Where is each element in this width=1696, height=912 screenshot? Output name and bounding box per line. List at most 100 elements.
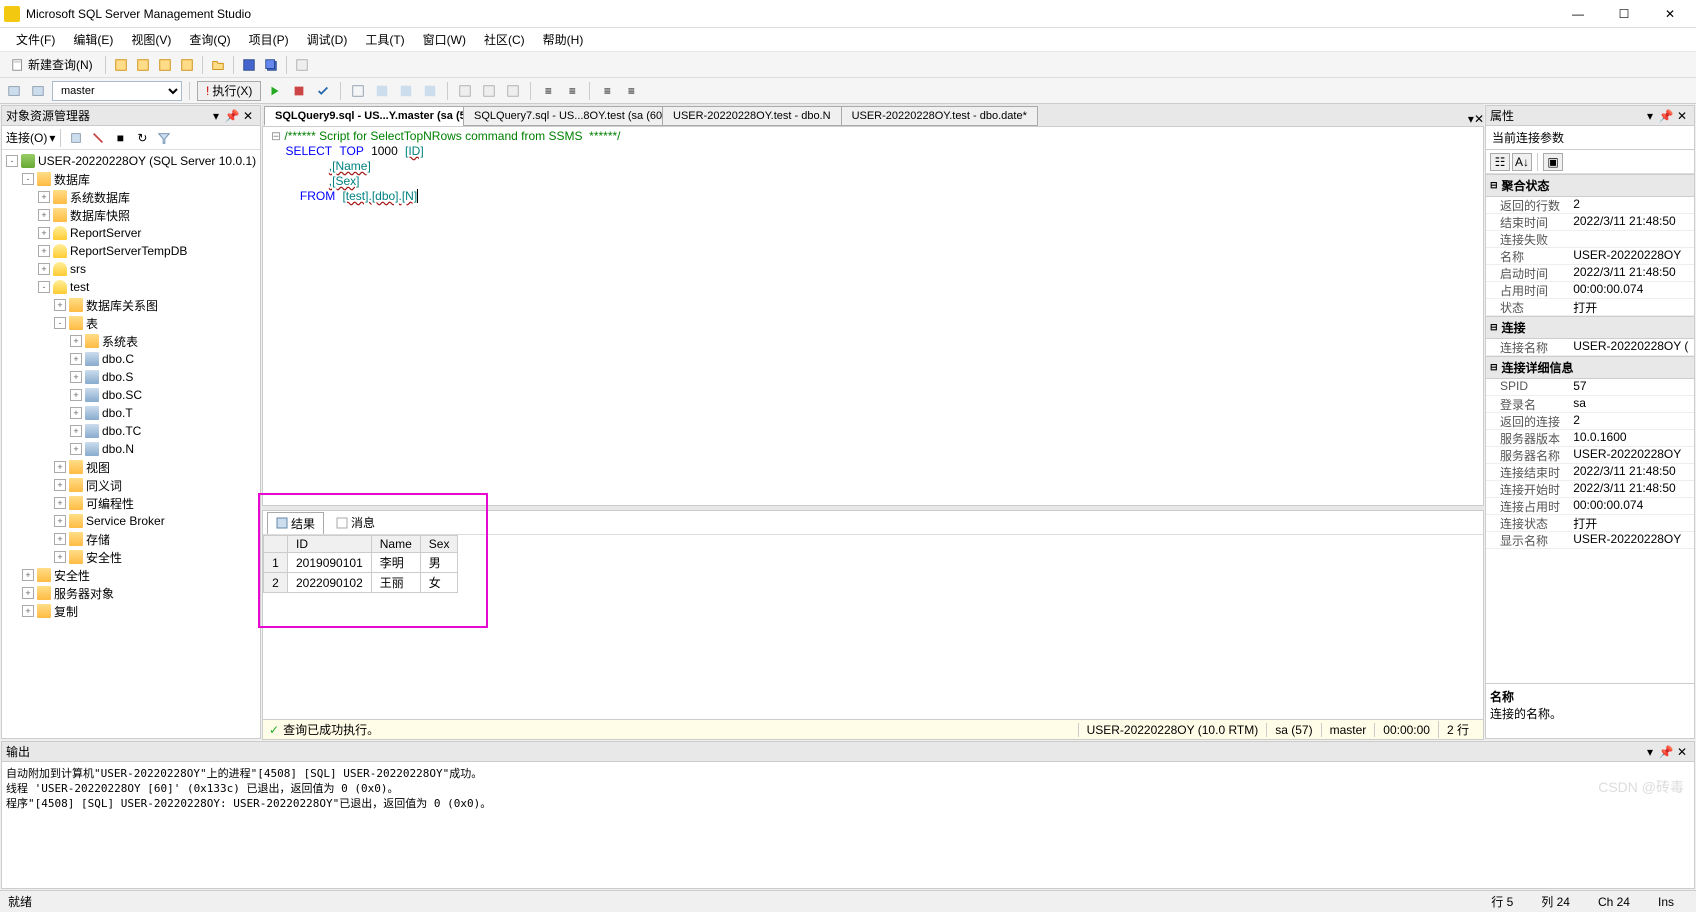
toolbar-icon[interactable]: [455, 81, 475, 101]
property-row[interactable]: 服务器版本10.0.1600: [1486, 430, 1694, 447]
property-row[interactable]: 连接名称USER-20220228OY (: [1486, 339, 1694, 356]
toolbar-icon[interactable]: [4, 81, 24, 101]
menu-item[interactable]: 调试(D): [299, 29, 356, 50]
menu-item[interactable]: 社区(C): [476, 29, 533, 50]
alphabetical-icon[interactable]: A↓: [1512, 153, 1532, 171]
tree-node[interactable]: +视图: [2, 458, 260, 476]
menu-item[interactable]: 视图(V): [123, 29, 179, 50]
output-body[interactable]: 自动附加到计算机"USER-20220228OY"上的进程"[4508] [SQ…: [2, 762, 1694, 888]
menu-item[interactable]: 帮助(H): [535, 29, 592, 50]
toolbar-icon[interactable]: [348, 81, 368, 101]
dropdown-icon[interactable]: ▾: [1642, 108, 1658, 124]
stop-icon[interactable]: ■: [110, 128, 130, 148]
close-icon[interactable]: ✕: [1474, 112, 1484, 126]
close-icon[interactable]: ✕: [1674, 744, 1690, 760]
menu-item[interactable]: 窗口(W): [415, 29, 474, 50]
sql-editor[interactable]: ⊟ /****** Script for SelectTopNRows comm…: [262, 126, 1484, 506]
tree-node[interactable]: +dbo.SC: [2, 386, 260, 404]
property-row[interactable]: 名称USER-20220228OY: [1486, 248, 1694, 265]
save-all-icon[interactable]: [261, 55, 281, 75]
tree-node[interactable]: +ReportServerTempDB: [2, 242, 260, 260]
property-row[interactable]: 连接开始时间2022/3/11 21:48:50: [1486, 481, 1694, 498]
property-row[interactable]: 显示名称USER-20220228OY: [1486, 532, 1694, 549]
property-row[interactable]: 占用时间00:00:00.074: [1486, 282, 1694, 299]
toolbar-icon[interactable]: [28, 81, 48, 101]
tree-node[interactable]: -test: [2, 278, 260, 296]
tree-node[interactable]: +数据库关系图: [2, 296, 260, 314]
tree-node[interactable]: +服务器对象: [2, 584, 260, 602]
property-category[interactable]: ⊟ 连接: [1486, 316, 1694, 339]
toolbar-icon[interactable]: [292, 55, 312, 75]
tree-node[interactable]: +dbo.C: [2, 350, 260, 368]
tree-node[interactable]: +系统表: [2, 332, 260, 350]
property-row[interactable]: 登录名sa: [1486, 396, 1694, 413]
close-icon[interactable]: ✕: [1674, 108, 1690, 124]
debug-icon[interactable]: [265, 81, 285, 101]
property-row[interactable]: 状态打开: [1486, 299, 1694, 316]
menu-item[interactable]: 项目(P): [241, 29, 297, 50]
property-row[interactable]: 连接结束时间2022/3/11 21:48:50: [1486, 464, 1694, 481]
tree-node[interactable]: +同义词: [2, 476, 260, 494]
tree-node[interactable]: +系统数据库: [2, 188, 260, 206]
tree-node[interactable]: +dbo.T: [2, 404, 260, 422]
close-icon[interactable]: ✕: [240, 108, 256, 124]
toolbar-icon[interactable]: [133, 55, 153, 75]
property-row[interactable]: 返回的连接行数2: [1486, 413, 1694, 430]
tree-node[interactable]: +ReportServer: [2, 224, 260, 242]
tree-node[interactable]: +dbo.TC: [2, 422, 260, 440]
connect-icon[interactable]: [66, 128, 86, 148]
property-pages-icon[interactable]: ▣: [1543, 153, 1563, 171]
menu-item[interactable]: 工具(T): [357, 29, 412, 50]
execute-button[interactable]: ! 执行(X): [197, 81, 261, 101]
toolbar-icon[interactable]: [479, 81, 499, 101]
menu-item[interactable]: 查询(Q): [181, 29, 238, 50]
document-tab[interactable]: USER-20220228OY.test - dbo.N: [662, 106, 842, 126]
dropdown-icon[interactable]: ▾: [1642, 744, 1658, 760]
property-row[interactable]: 连接失败: [1486, 231, 1694, 248]
property-row[interactable]: 返回的行数2: [1486, 197, 1694, 214]
property-row[interactable]: 结束时间2022/3/11 21:48:50: [1486, 214, 1694, 231]
refresh-icon[interactable]: ↻: [132, 128, 152, 148]
tree-node[interactable]: +dbo.S: [2, 368, 260, 386]
tree-node[interactable]: +安全性: [2, 548, 260, 566]
save-icon[interactable]: [239, 55, 259, 75]
comment-icon[interactable]: ≡: [597, 81, 617, 101]
parse-icon[interactable]: [313, 81, 333, 101]
close-button[interactable]: ✕: [1648, 3, 1692, 25]
database-select[interactable]: master: [52, 81, 182, 101]
maximize-button[interactable]: ☐: [1602, 3, 1646, 25]
property-category[interactable]: ⊟ 聚合状态: [1486, 174, 1694, 197]
toolbar-icon[interactable]: [372, 81, 392, 101]
tree-node[interactable]: +安全性: [2, 566, 260, 584]
uncomment-icon[interactable]: ≡: [621, 81, 641, 101]
disconnect-icon[interactable]: [88, 128, 108, 148]
tree-node[interactable]: -表: [2, 314, 260, 332]
tree-node[interactable]: +可编程性: [2, 494, 260, 512]
toolbar-icon[interactable]: [503, 81, 523, 101]
stop-icon[interactable]: [289, 81, 309, 101]
toolbar-icon[interactable]: [177, 55, 197, 75]
menu-item[interactable]: 文件(F): [8, 29, 63, 50]
property-category[interactable]: ⊟ 连接详细信息: [1486, 356, 1694, 379]
new-query-button[interactable]: 新建查询(N): [4, 55, 100, 75]
dropdown-icon[interactable]: ▾: [208, 108, 224, 124]
tab-results[interactable]: 结果: [267, 512, 324, 534]
property-row[interactable]: SPID57: [1486, 379, 1694, 396]
document-tab[interactable]: SQLQuery9.sql - US...Y.master (sa (57)): [264, 106, 464, 126]
tree-node[interactable]: +复制: [2, 602, 260, 620]
categorized-icon[interactable]: ☷: [1490, 153, 1510, 171]
tree-root[interactable]: - USER-20220228OY (SQL Server 10.0.1): [2, 152, 260, 170]
toolbar-icon[interactable]: [420, 81, 440, 101]
document-tab[interactable]: SQLQuery7.sql - US...8OY.test (sa (60))*: [463, 106, 663, 126]
tree-node[interactable]: +Service Broker: [2, 512, 260, 530]
pin-icon[interactable]: 📌: [1658, 744, 1674, 760]
property-row[interactable]: 连接占用时间00:00:00.074: [1486, 498, 1694, 515]
tree-node[interactable]: -数据库: [2, 170, 260, 188]
menu-item[interactable]: 编辑(E): [65, 29, 121, 50]
outdent-icon[interactable]: ≡: [562, 81, 582, 101]
tree-node[interactable]: +srs: [2, 260, 260, 278]
open-icon[interactable]: [208, 55, 228, 75]
indent-icon[interactable]: ≡: [538, 81, 558, 101]
tab-messages[interactable]: 消息: [328, 512, 383, 533]
toolbar-icon[interactable]: [111, 55, 131, 75]
